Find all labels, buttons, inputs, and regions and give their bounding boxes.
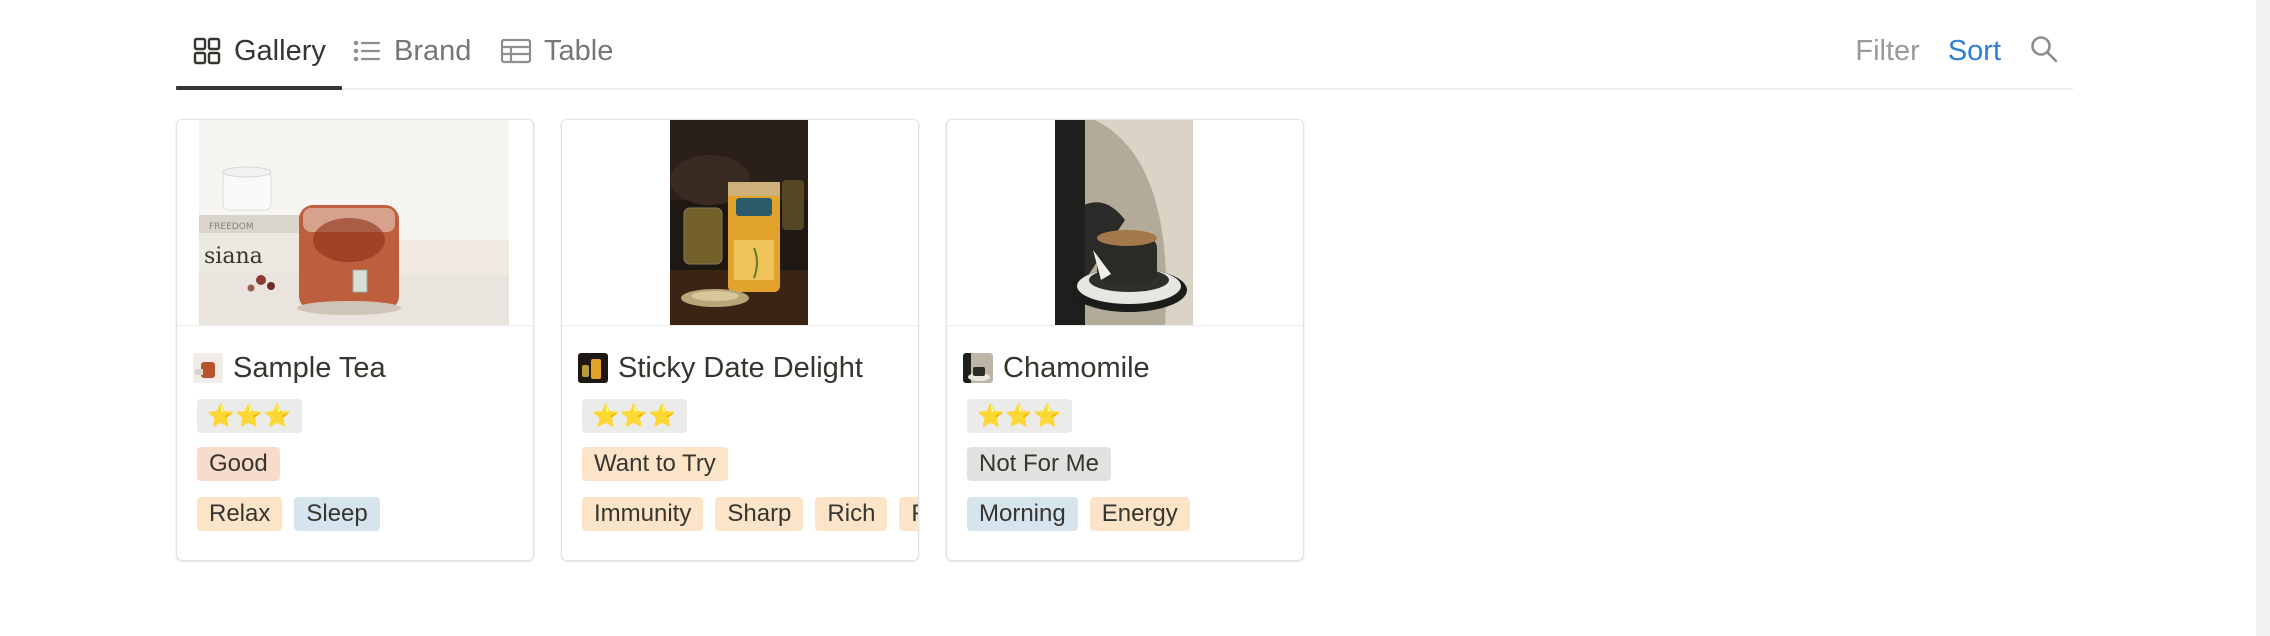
tag-pill: Energy	[1089, 497, 1190, 531]
svg-text:FREEDOM: FREEDOM	[209, 222, 254, 232]
page-thumbnail-icon	[193, 353, 223, 383]
card-cover-image	[947, 120, 1303, 326]
status-tag: Good	[197, 447, 280, 481]
tab-gallery[interactable]: Gallery	[176, 14, 342, 90]
status-tag: Want to Try	[582, 447, 728, 481]
card-title: Chamomile	[1003, 351, 1150, 384]
table-icon	[500, 36, 532, 66]
tab-brand[interactable]: Brand	[352, 14, 471, 88]
card-title-row: Sample Tea	[193, 348, 386, 388]
gallery-card-chamomile[interactable]: Chamomile ⭐⭐⭐ Not For Me Morning Energy	[946, 119, 1304, 561]
gallery-card-sample-tea[interactable]: siana FREEDOM Sample Tea ⭐⭐⭐ Good Relax …	[176, 119, 534, 561]
filter-button[interactable]: Filter	[1855, 35, 1919, 68]
tags-property: Immunity Sharp Rich F	[582, 497, 918, 531]
rating-property: ⭐⭐⭐	[197, 399, 314, 433]
tag-pill: F	[899, 497, 918, 531]
card-cover-image	[562, 120, 918, 326]
tab-brand-label: Brand	[394, 34, 472, 67]
rating-property: ⭐⭐⭐	[582, 399, 699, 433]
tags-property: Relax Sleep	[197, 497, 392, 531]
tag-pill: Sleep	[294, 497, 380, 531]
search-button[interactable]	[2029, 34, 2059, 69]
page-thumbnail-icon	[963, 353, 993, 383]
gallery-grid-icon	[192, 36, 222, 66]
sort-button[interactable]: Sort	[1948, 35, 2001, 68]
tab-table[interactable]: Table	[500, 14, 613, 88]
svg-text:siana: siana	[204, 244, 263, 269]
view-actions: Filter Sort	[1827, 14, 2073, 88]
tag-pill: Morning	[967, 497, 1078, 531]
view-tab-bar: Gallery Brand Table Filter Sort	[176, 14, 2073, 90]
gallery-card-sticky-date-delight[interactable]: Sticky Date Delight ⭐⭐⭐ Want to Try Immu…	[561, 119, 919, 561]
status-property: Good	[197, 447, 292, 481]
status-tag: Not For Me	[967, 447, 1112, 481]
status-property: Want to Try	[582, 447, 740, 481]
card-title-row: Chamomile	[963, 348, 1150, 388]
card-title: Sample Tea	[233, 351, 386, 384]
rating-badge: ⭐⭐⭐	[967, 399, 1073, 433]
rating-badge: ⭐⭐⭐	[197, 399, 303, 433]
tab-table-label: Table	[544, 34, 614, 67]
tags-property: Morning Energy	[967, 497, 1202, 531]
card-title-row: Sticky Date Delight	[578, 348, 863, 388]
page-scrollbar[interactable]	[2256, 0, 2270, 636]
card-cover-image: siana FREEDOM	[177, 120, 533, 326]
rating-property: ⭐⭐⭐	[967, 399, 1084, 433]
list-icon	[352, 36, 382, 66]
tag-pill: Immunity	[582, 497, 704, 531]
tab-gallery-label: Gallery	[234, 34, 326, 67]
status-property: Not For Me	[967, 447, 1123, 481]
search-icon	[2029, 34, 2059, 69]
tag-pill: Rich	[815, 497, 888, 531]
tag-pill: Relax	[197, 497, 283, 531]
tag-pill: Sharp	[715, 497, 804, 531]
page-thumbnail-icon	[578, 353, 608, 383]
rating-badge: ⭐⭐⭐	[582, 399, 688, 433]
card-title: Sticky Date Delight	[618, 351, 863, 384]
